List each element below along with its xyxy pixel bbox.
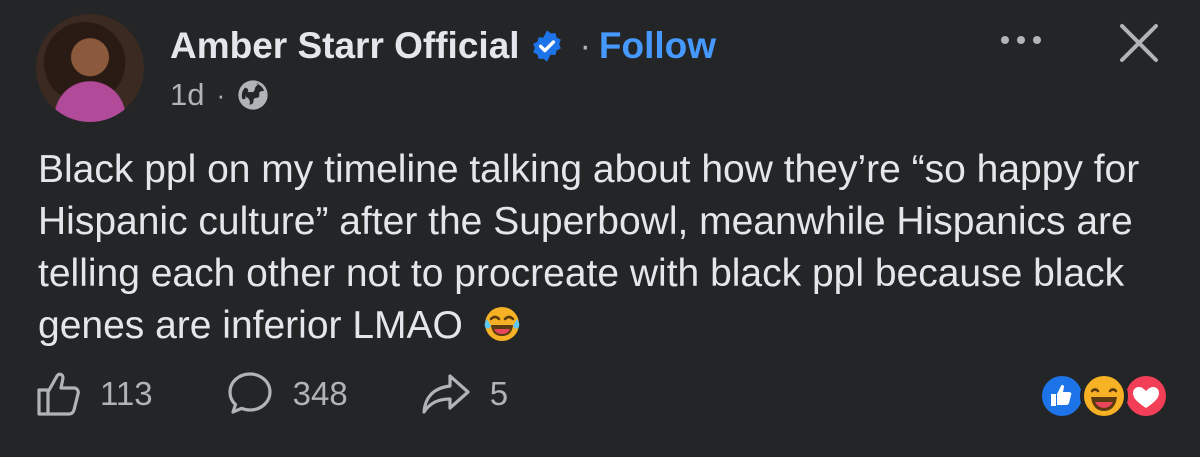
close-icon[interactable]: [1116, 20, 1162, 66]
share-button[interactable]: 5: [420, 370, 508, 418]
haha-reaction-icon: [1122, 372, 1170, 420]
author-avatar[interactable]: [36, 14, 144, 122]
like-count: 113: [100, 375, 153, 412]
post-body-text: Black ppl on my timeline talking about h…: [38, 148, 1140, 347]
reactions-summary[interactable]: [1036, 370, 1172, 422]
meta-separator-dot: ·: [216, 79, 226, 110]
author-name[interactable]: Amber Starr Official: [170, 25, 520, 67]
globe-icon: [238, 80, 268, 110]
like-button[interactable]: 113: [34, 370, 153, 418]
post-meta: 1d ·: [170, 76, 269, 114]
comment-icon: [228, 372, 272, 414]
verified-badge-icon: [532, 30, 561, 62]
love-reaction-icon: [1080, 372, 1128, 420]
post-actions: 113 348 5: [34, 364, 508, 424]
share-icon: [422, 374, 470, 414]
laughing-tears-emoji-icon: [484, 307, 520, 341]
post-body: Black ppl on my timeline talking about h…: [38, 144, 1178, 352]
comment-count: 348: [292, 375, 348, 412]
share-count: 5: [489, 375, 509, 412]
author-row: Amber Starr Official · Follow: [170, 22, 716, 70]
post-timestamp[interactable]: 1d: [170, 77, 204, 113]
separator-dot: ·: [579, 26, 591, 65]
more-options-icon[interactable]: [996, 30, 1046, 50]
like-reaction-icon: [1038, 372, 1086, 420]
follow-button[interactable]: Follow: [599, 25, 716, 67]
thumbs-up-icon: [37, 372, 80, 416]
comment-button[interactable]: 348: [225, 369, 348, 419]
